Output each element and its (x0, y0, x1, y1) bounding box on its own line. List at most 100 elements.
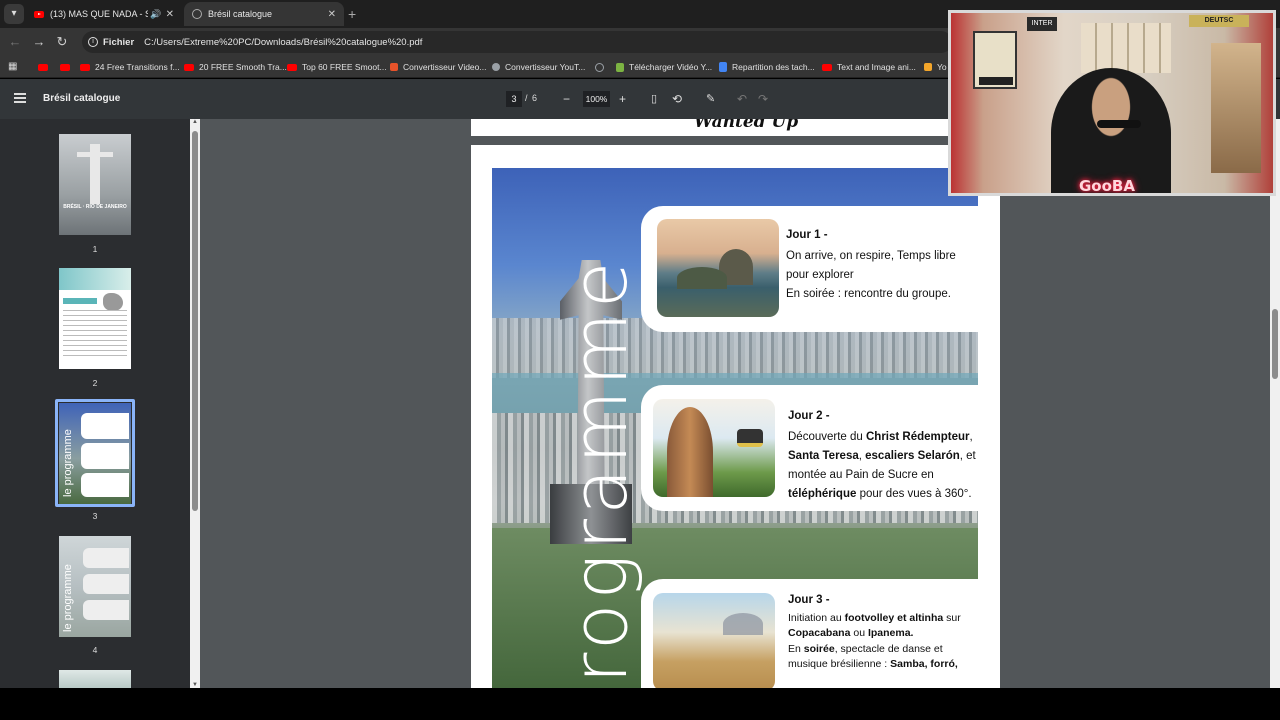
bookmark-item[interactable] (60, 60, 75, 74)
thumbnail-card (81, 413, 129, 439)
wall-poster (973, 31, 1017, 89)
document-title: Brésil catalogue (43, 93, 121, 104)
fit-page-icon[interactable]: ▯ (651, 91, 657, 107)
bold-run: Samba, forró, (890, 658, 958, 670)
thumbnail-page-5[interactable] (59, 670, 131, 688)
thumbnail-banner (59, 268, 131, 290)
thumbnail-caption: BRÉSIL · RIO DE JANEIRO (63, 204, 127, 210)
bold-run: Christ Rédempteur (866, 431, 970, 443)
scroll-up-icon[interactable]: ▲ (191, 119, 199, 125)
forward-icon[interactable]: → (31, 34, 47, 50)
bold-run: soirée (803, 642, 835, 655)
file-chip: Fichier (103, 36, 135, 48)
bookmark-label: Text and Image ani... (837, 62, 916, 72)
bold-run: escaliers Selarón (865, 450, 960, 462)
thumbnail-card (81, 473, 129, 497)
map-shape (103, 293, 123, 311)
bold-run: Santa Teresa (788, 450, 859, 462)
sunglasses (1097, 120, 1141, 128)
gooba-logo: GooBA (1079, 177, 1135, 195)
bookmark-item[interactable]: Convertisseur YouT... (492, 60, 585, 74)
bold-run: Copacabana (788, 627, 851, 639)
bookmark-item[interactable]: 24 Free Transitions f... (80, 60, 180, 74)
reload-icon[interactable]: ↻ (54, 34, 70, 50)
tab-bresil-catalogue[interactable]: Brésil catalogue ✕ (184, 2, 344, 26)
new-tab-button[interactable]: + (348, 6, 356, 22)
day-card-2: Jour 2 - Découverte du Christ Rédempteur… (641, 385, 981, 511)
thumbnail-page-3[interactable]: le programme (59, 403, 131, 504)
speaker-icon[interactable]: 🔊 (150, 9, 161, 20)
youtube-icon (38, 63, 48, 71)
youtube-icon (80, 63, 90, 71)
thumbnail-caption: le programme (62, 564, 74, 632)
zoom-in-icon[interactable]: + (619, 91, 626, 107)
bookmark-label: Convertisseur YouT... (505, 62, 586, 72)
text-run: En (788, 642, 804, 655)
day-1-text: Jour 1 - On arrive, on respire, Temps li… (786, 226, 976, 304)
poster-label (979, 77, 1013, 85)
day-title: Jour 2 - (788, 410, 830, 422)
thumbnail-card (81, 443, 129, 469)
close-tab-icon[interactable]: ✕ (328, 9, 336, 20)
pdf-viewport[interactable]: Wanted Up programme Jour 1 - On arrive, … (200, 119, 1270, 688)
youtube-icon (287, 63, 297, 71)
annotate-icon[interactable]: ✎ (706, 91, 715, 107)
sidebar-scroll-thumb[interactable] (192, 131, 198, 511)
text-run: Initiation au (788, 611, 845, 624)
bookmark-item[interactable] (38, 60, 53, 74)
close-tab-icon[interactable]: ✕ (166, 9, 174, 20)
thumbnail-page-2[interactable] (59, 268, 131, 369)
converter-icon (492, 63, 500, 71)
redo-icon[interactable]: ↷ (758, 91, 768, 107)
bookmark-item[interactable]: Télécharger Vidéo Y... (616, 60, 712, 74)
sidebar-scrollbar[interactable]: ▲ ▼ (190, 119, 200, 688)
day-3-text: Jour 3 - Initiation au footvolley et alt… (788, 593, 983, 673)
docs-icon (719, 62, 727, 72)
bookmark-item[interactable]: Top 60 FREE Smoot... (287, 60, 387, 74)
globe-icon (595, 62, 604, 72)
bookmark-item[interactable]: 20 FREE Smooth Tra... (184, 60, 287, 74)
distant-hill (723, 613, 763, 635)
menu-icon[interactable] (14, 93, 26, 103)
cable-car-cabin (737, 429, 763, 447)
apps-grid-icon[interactable]: ▦ (8, 61, 19, 72)
page-total: 6 (532, 93, 538, 103)
programme-vertical-title: programme (555, 257, 644, 688)
text-run: Découverte du (788, 431, 866, 443)
thumbnail-number: 3 (92, 511, 98, 521)
bookmark-item[interactable]: Repartition des tach... (719, 60, 815, 74)
bookmark-label: 24 Free Transitions f... (95, 62, 180, 72)
bookmark-label: Yo (937, 62, 947, 72)
address-bar[interactable]: i Fichier C:/Users/Extreme%20PC/Download… (82, 31, 952, 53)
bold-run: Ipanema. (867, 627, 914, 639)
thumbnail-page-1[interactable]: BRÉSIL · RIO DE JANEIRO (59, 134, 131, 235)
zoom-out-icon[interactable]: − (563, 91, 570, 107)
bookmark-item[interactable] (595, 60, 609, 74)
rotate-icon[interactable]: ⟲ (672, 91, 682, 107)
sugarloaf-rock (667, 407, 713, 497)
bookmark-item[interactable]: Convertisseur Video... (390, 60, 486, 74)
tab-youtube[interactable]: (13) MAS QUE NADA - Serg 🔊 ✕ (26, 2, 182, 26)
globe-icon (192, 9, 202, 19)
tab-search-button[interactable]: ▾ (4, 4, 24, 24)
url-text[interactable]: C:/Users/Extreme%20PC/Downloads/Brésil%2… (144, 37, 422, 48)
bookmark-label: Convertisseur Video... (403, 62, 487, 72)
bookmark-item[interactable]: Text and Image ani... (822, 60, 916, 74)
thumbnail-sidebar: BRÉSIL · RIO DE JANEIRO 1 2 le programme… (0, 119, 200, 688)
door (1211, 43, 1261, 173)
page-number-input[interactable]: 3 (506, 91, 522, 107)
back-icon[interactable]: ← (7, 34, 23, 50)
zoom-input[interactable]: 100% (583, 91, 610, 107)
bookmark-item[interactable]: Yo (924, 60, 947, 74)
page-separator: / (525, 93, 528, 103)
bookmark-label: Télécharger Vidéo Y... (629, 62, 713, 72)
banner-deutsch: DEUTSC (1189, 15, 1249, 27)
z-icon (390, 63, 398, 71)
thumbnail-page-4[interactable]: le programme (59, 536, 131, 637)
document-scrollbar[interactable] (1270, 119, 1280, 688)
bold-run: téléphérique (788, 488, 857, 500)
thumbnail-number: 1 (92, 244, 98, 254)
document-scroll-thumb[interactable] (1272, 309, 1278, 379)
undo-icon[interactable]: ↶ (737, 91, 747, 107)
info-icon[interactable]: i (88, 37, 98, 47)
